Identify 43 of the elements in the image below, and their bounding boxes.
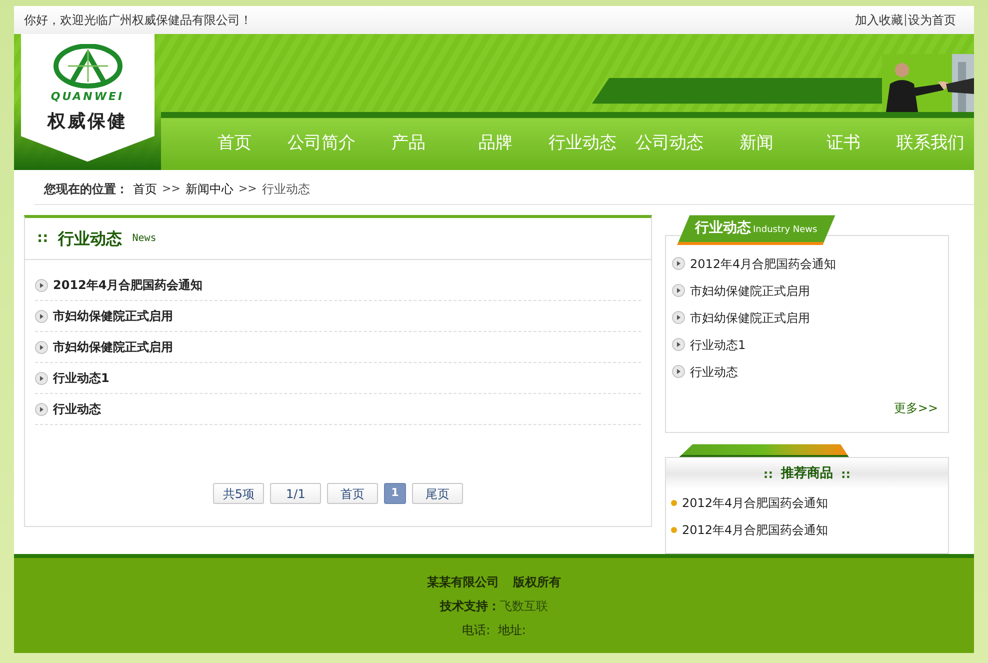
breadcrumb-separator: >>	[162, 180, 180, 197]
breadcrumb-link[interactable]: 首页	[133, 180, 157, 198]
ribbon-subtitle: Industry News	[753, 224, 818, 237]
top-link[interactable]: 加入收藏	[855, 14, 905, 26]
news-link[interactable]: 市妇幼保健院正式启用	[53, 338, 173, 356]
title-mark: ::	[37, 229, 48, 248]
panel-subtitle: News	[132, 232, 156, 246]
page-button[interactable]: 1/1	[270, 483, 322, 504]
more-link[interactable]: 更多>>	[894, 399, 938, 418]
greeting-text: 你好，欢迎光临广州权威保健品有限公司！	[24, 12, 252, 29]
breadcrumb-current: 行业动态	[262, 180, 310, 198]
sidebar-news-link[interactable]: 2012年4月合肥国药会通知	[690, 254, 836, 273]
support-label: 技术支持：	[440, 598, 500, 615]
product-link[interactable]: 2012年4月合肥国药会通知	[682, 494, 828, 512]
sidebar-news-link[interactable]: 市妇幼保健院正式启用	[690, 282, 810, 300]
copyright-text: 版权所有	[513, 574, 561, 591]
company-name: 某某有限公司	[427, 574, 499, 591]
bullet-icon	[671, 526, 677, 533]
logo-emblem-icon	[52, 44, 124, 90]
title-mark: ::	[763, 466, 773, 483]
logo-name-text: 权威保健	[48, 110, 128, 134]
panel-title: 推荐商品	[781, 464, 833, 483]
news-link[interactable]: 2012年4月合肥国药会通知	[53, 276, 203, 294]
breadcrumb-label: 您现在的位置：	[44, 180, 128, 198]
sidebar-news-link[interactable]: 市妇幼保健院正式启用	[690, 308, 810, 327]
page-button[interactable]: 共5项	[213, 483, 264, 504]
panel-title: 行业动态	[58, 228, 122, 250]
sidebar-news-link[interactable]: 行业动态	[690, 362, 738, 381]
breadcrumb-separator: >>	[238, 180, 257, 197]
news-link[interactable]: 行业动态1	[53, 369, 110, 388]
sidebar-news-link[interactable]: 行业动态1	[690, 336, 746, 354]
page-button[interactable]: 尾页	[412, 483, 463, 504]
page-button[interactable]: 首页	[327, 483, 378, 504]
news-link[interactable]: 行业动态	[53, 400, 101, 418]
logo-latin-text: QUANWEI	[50, 90, 124, 104]
product-link[interactable]: 2012年4月合肥国药会通知	[682, 520, 828, 539]
bullet-icon	[671, 500, 677, 506]
breadcrumb-link[interactable]: 新闻中心	[185, 180, 234, 198]
title-mark: ::	[841, 466, 851, 483]
top-link[interactable]: 设为首页	[905, 14, 956, 26]
ribbon-heading: 行业动态	[695, 219, 751, 238]
news-link[interactable]: 市妇幼保健院正式启用	[53, 307, 173, 326]
contact-text: 电话: 地址:	[462, 622, 526, 639]
